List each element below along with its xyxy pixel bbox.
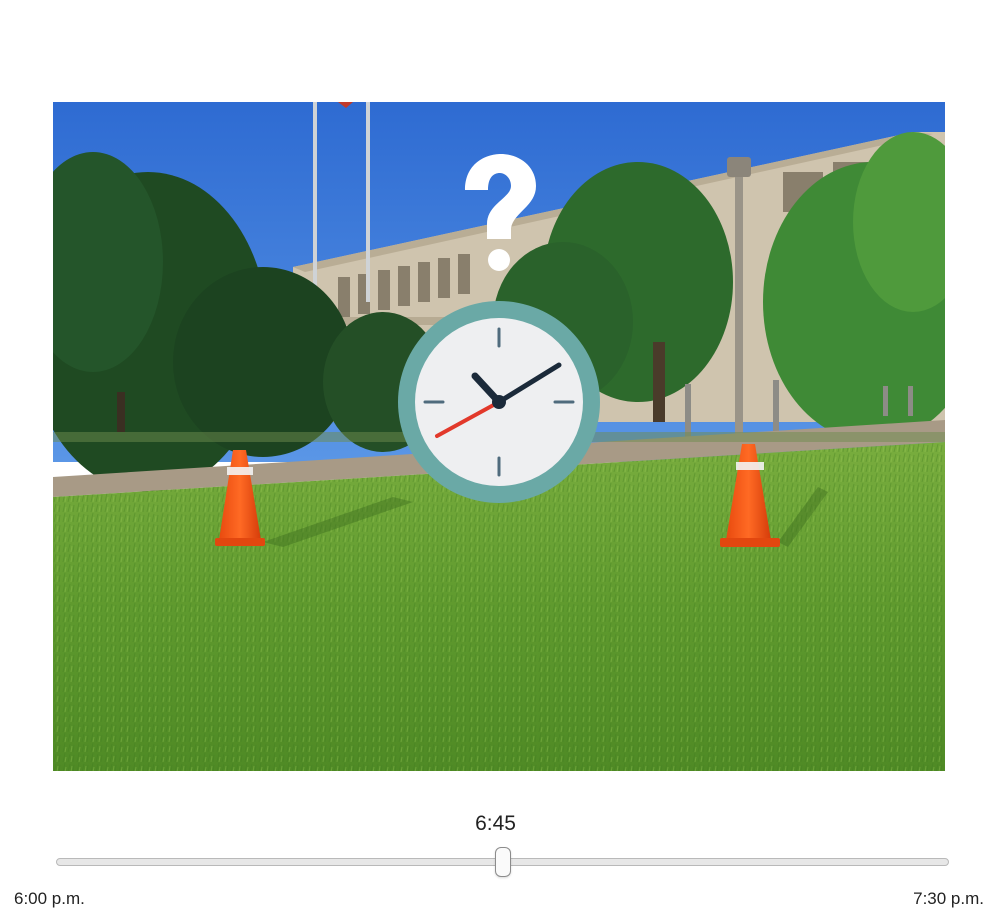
- selected-time-readout: 6:45: [475, 812, 516, 835]
- clock-icon: [398, 301, 600, 503]
- time-slider[interactable]: [56, 847, 949, 877]
- slider-min-label: 6:00 p.m.: [14, 889, 85, 908]
- scene-photo: [53, 102, 945, 771]
- slider-thumb[interactable]: [494, 847, 511, 877]
- slider-max-label: 7:30 p.m.: [913, 889, 984, 908]
